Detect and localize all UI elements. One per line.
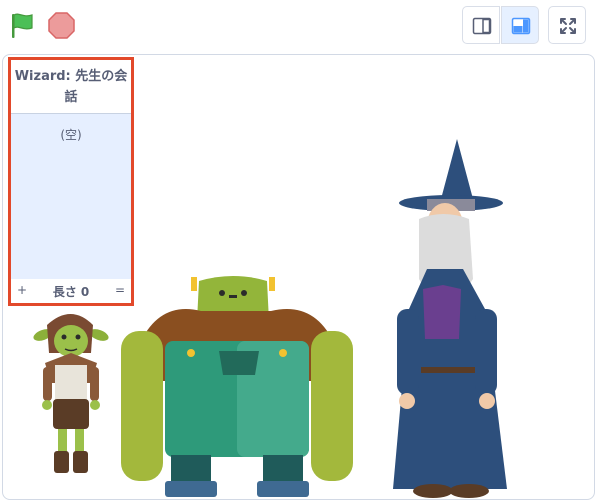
resize-handle[interactable]: = [115,283,125,297]
list-monitor[interactable]: Wizard: 先生の会話 (空) + 長さ 0 = [8,57,134,306]
fullscreen-icon [560,18,576,34]
list-monitor-title: Wizard: 先生の会話 [11,60,131,114]
goblin-sprite[interactable] [31,305,111,485]
list-monitor-footer: + 長さ 0 = [11,279,131,303]
fullscreen-button[interactable] [548,6,586,44]
list-length-label: 長さ 0 [52,285,90,299]
small-stage-icon [472,17,492,35]
green-flag-icon[interactable] [10,12,36,40]
small-stage-button[interactable] [462,6,500,44]
large-stage-icon [511,17,531,35]
large-stage-button[interactable] [501,6,539,44]
wizard-sprite[interactable] [383,139,523,500]
ogre-sprite[interactable] [121,271,353,500]
stage-header [0,0,600,52]
stop-icon[interactable] [48,12,75,39]
list-empty-text: (空) [60,128,82,142]
